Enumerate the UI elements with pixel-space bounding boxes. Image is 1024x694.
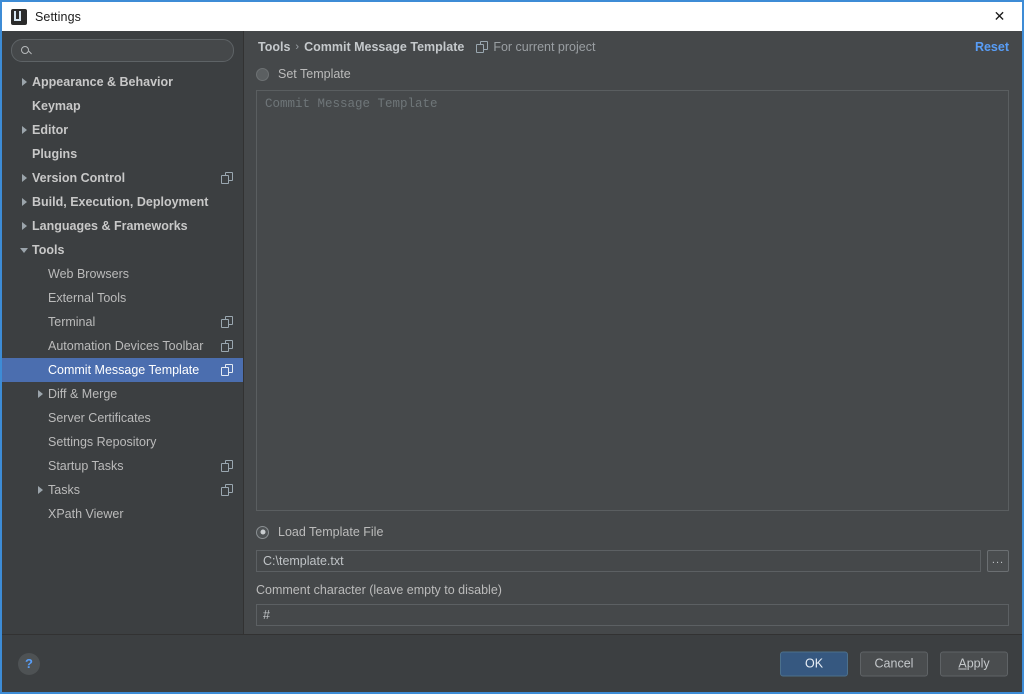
comment-character-row xyxy=(256,604,1009,626)
settings-sidebar: Appearance & Behavior Keymap Editor Plugins… xyxy=(2,31,244,634)
sidebar-item-label: Web Browsers xyxy=(48,267,130,281)
reset-link[interactable]: Reset xyxy=(975,40,1009,54)
sidebar-item-label: Settings Repository xyxy=(48,435,157,449)
browse-button[interactable]: ... xyxy=(987,550,1009,572)
load-template-file-radio[interactable] xyxy=(256,525,269,539)
sidebar-item-label: Appearance & Behavior xyxy=(32,75,174,89)
sidebar-item-startup-tasks[interactable]: Startup Tasks xyxy=(2,454,243,478)
sidebar-item-label: Editor xyxy=(32,123,69,137)
settings-tree: Appearance & Behavior Keymap Editor Plugins… xyxy=(2,68,243,634)
scope-note: For current project xyxy=(493,40,596,54)
sidebar-item-editor[interactable]: Editor xyxy=(2,118,243,142)
dialog-body: Appearance & Behavior Keymap Editor Plugins… xyxy=(2,31,1022,634)
sidebar-item-languages-frameworks[interactable]: Languages & Frameworks xyxy=(2,214,243,238)
sidebar-item-label: Diff & Merge xyxy=(48,387,118,401)
project-module-icon xyxy=(221,460,233,472)
sidebar-item-settings-repository[interactable]: Settings Repository xyxy=(2,430,243,454)
sidebar-item-label: Startup Tasks xyxy=(48,459,124,473)
load-template-file-label: Load Template File xyxy=(278,525,384,539)
search-input[interactable] xyxy=(38,42,225,59)
comment-character-input[interactable] xyxy=(256,604,1009,626)
search-icon xyxy=(20,45,32,57)
load-template-file-radio-row[interactable]: Load Template File xyxy=(256,521,1009,543)
breadcrumb: Tools › Commit Message Template For curr… xyxy=(244,31,1022,63)
intellij-idea-icon xyxy=(11,8,27,25)
chevron-right-icon[interactable] xyxy=(16,198,32,206)
sidebar-item-label: Commit Message Template xyxy=(48,363,200,377)
sidebar-item-label: XPath Viewer xyxy=(48,507,124,521)
chevron-down-icon[interactable] xyxy=(16,247,32,253)
sidebar-item-label: Automation Devices Toolbar xyxy=(48,339,204,353)
chevron-right-icon[interactable] xyxy=(32,390,48,398)
breadcrumb-root[interactable]: Tools xyxy=(258,40,290,54)
set-template-radio-row[interactable]: Set Template xyxy=(256,63,1009,85)
sidebar-item-appearance-behavior[interactable]: Appearance & Behavior xyxy=(2,70,243,94)
apply-mnemonic: A xyxy=(958,656,967,671)
dialog-buttons: OK Cancel Apply xyxy=(780,651,1008,676)
comment-character-label: Comment character (leave empty to disabl… xyxy=(256,583,502,597)
ok-button[interactable]: OK xyxy=(780,651,848,676)
set-template-label: Set Template xyxy=(278,67,351,81)
sidebar-item-diff-merge[interactable]: Diff & Merge xyxy=(2,382,243,406)
sidebar-item-label: Tools xyxy=(32,243,65,257)
lower-controls: Load Template File ... Comment character… xyxy=(256,511,1009,634)
cancel-button[interactable]: Cancel xyxy=(860,651,928,676)
sidebar-item-label: Terminal xyxy=(48,315,96,329)
project-module-icon xyxy=(221,172,233,184)
window-title: Settings xyxy=(35,9,81,24)
sidebar-item-label: Build, Execution, Deployment xyxy=(32,195,209,209)
chevron-right-icon[interactable] xyxy=(16,174,32,182)
dialog-footer: ? OK Cancel Apply xyxy=(2,634,1022,692)
project-module-icon xyxy=(476,41,489,53)
sidebar-item-plugins[interactable]: Plugins xyxy=(2,142,243,166)
sidebar-item-label: Version Control xyxy=(32,171,126,185)
breadcrumb-separator: › xyxy=(295,41,300,53)
sidebar-item-web-browsers[interactable]: Web Browsers xyxy=(2,262,243,286)
sidebar-item-label: Keymap xyxy=(32,99,81,113)
chevron-right-icon[interactable] xyxy=(32,486,48,494)
sidebar-item-build-execution-deployment[interactable]: Build, Execution, Deployment xyxy=(2,190,243,214)
project-module-icon xyxy=(221,316,233,328)
apply-button[interactable]: Apply xyxy=(940,651,1008,676)
sidebar-item-xpath-viewer[interactable]: XPath Viewer xyxy=(2,502,243,526)
sidebar-item-label: External Tools xyxy=(48,291,127,305)
set-template-radio[interactable] xyxy=(256,67,269,81)
sidebar-item-tasks[interactable]: Tasks xyxy=(2,478,243,502)
sidebar-item-server-certificates[interactable]: Server Certificates xyxy=(2,406,243,430)
template-placeholder: Commit Message Template xyxy=(265,97,438,111)
project-module-icon xyxy=(221,364,233,376)
sidebar-item-commit-message-template[interactable]: Commit Message Template xyxy=(2,358,243,382)
template-textarea[interactable]: Commit Message Template xyxy=(256,90,1009,511)
breadcrumb-current: Commit Message Template xyxy=(304,40,465,54)
close-icon[interactable]: ✕ xyxy=(977,2,1022,31)
file-path-row: ... xyxy=(256,550,1009,572)
settings-main-panel: Tools › Commit Message Template For curr… xyxy=(244,31,1022,634)
sidebar-item-label: Server Certificates xyxy=(48,411,151,425)
sidebar-item-label: Tasks xyxy=(48,483,80,497)
sidebar-item-tools[interactable]: Tools xyxy=(2,238,243,262)
chevron-right-icon[interactable] xyxy=(16,78,32,86)
sidebar-item-version-control[interactable]: Version Control xyxy=(2,166,243,190)
title-bar: Settings ✕ xyxy=(2,2,1022,31)
chevron-right-icon[interactable] xyxy=(16,222,32,230)
search-box[interactable] xyxy=(11,39,234,62)
sidebar-item-automation-devices-toolbar[interactable]: Automation Devices Toolbar xyxy=(2,334,243,358)
search-container xyxy=(2,31,243,68)
file-path-input[interactable] xyxy=(256,550,981,572)
apply-label-rest: pply xyxy=(966,656,990,671)
chevron-right-icon[interactable] xyxy=(16,126,32,134)
sidebar-item-external-tools[interactable]: External Tools xyxy=(2,286,243,310)
sidebar-item-label: Plugins xyxy=(32,147,78,161)
project-module-icon xyxy=(221,340,233,352)
settings-dialog: Settings ✕ Appearance & Behavior Keymap Ed… xyxy=(0,0,1024,694)
sidebar-item-terminal[interactable]: Terminal xyxy=(2,310,243,334)
sidebar-item-keymap[interactable]: Keymap xyxy=(2,94,243,118)
sidebar-item-label: Languages & Frameworks xyxy=(32,219,188,233)
help-icon[interactable]: ? xyxy=(18,652,40,675)
project-module-icon xyxy=(221,484,233,496)
settings-content: Set Template Commit Message Template Loa… xyxy=(244,63,1022,634)
